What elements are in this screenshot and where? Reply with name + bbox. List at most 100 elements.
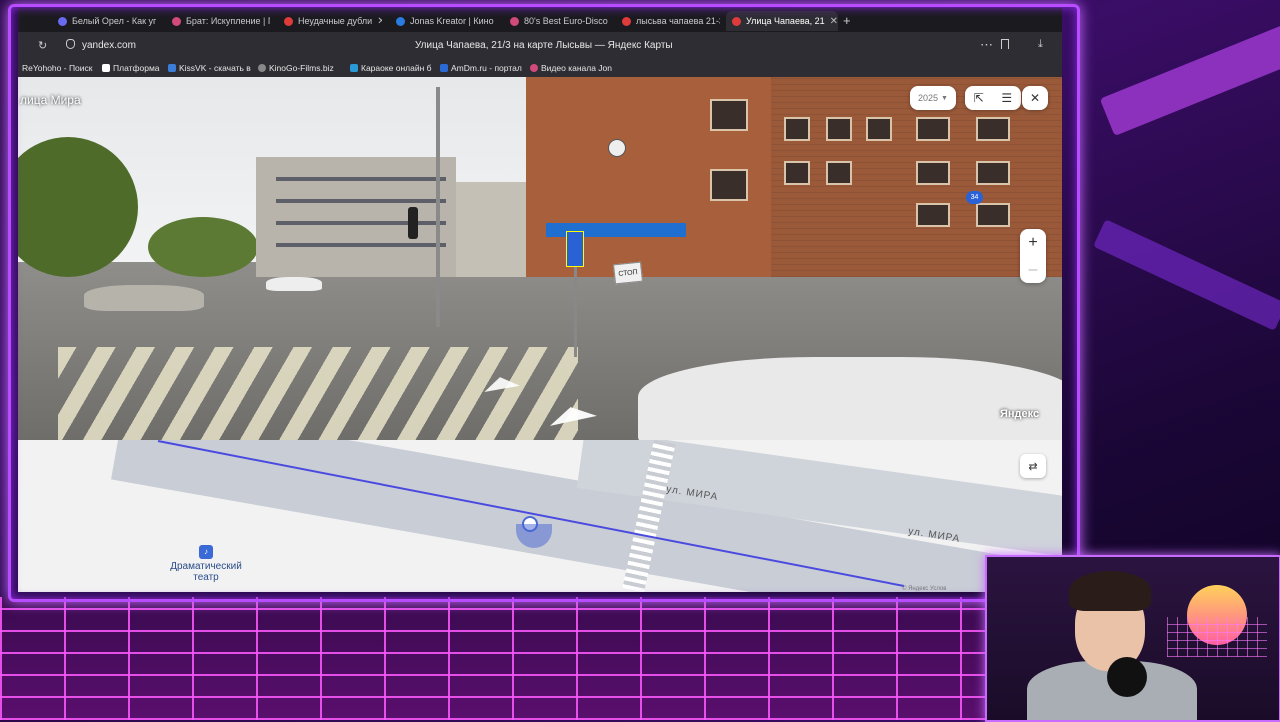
bookmarks-bar: ReYohoho - Поиск Платформа KissVK - скач… bbox=[18, 60, 1062, 78]
browser-window: Белый Орел - Как уп Брат: Искупление | Г… bbox=[18, 8, 1062, 592]
window bbox=[976, 117, 1010, 141]
site-info-icon[interactable] bbox=[66, 39, 75, 49]
bookmark-item[interactable]: Видео канала Jon bbox=[530, 63, 612, 73]
traffic-light-pole bbox=[436, 87, 440, 327]
tree bbox=[148, 217, 258, 277]
reload-icon[interactable]: ↻ bbox=[38, 39, 47, 52]
bookmark-item[interactable]: KissVK - скачать в bbox=[168, 63, 251, 73]
sign-pole bbox=[574, 257, 577, 357]
apartment-building bbox=[256, 157, 456, 277]
window bbox=[916, 203, 950, 227]
tab-belyi-orel[interactable]: Белый Орел - Как уп bbox=[52, 11, 156, 31]
window bbox=[976, 203, 1010, 227]
white-car bbox=[638, 357, 1062, 440]
year-select[interactable]: 2025 ▼ bbox=[910, 86, 956, 110]
background-streak bbox=[1099, 23, 1280, 137]
platforma-icon bbox=[102, 64, 110, 72]
menu-icon[interactable]: ☰ bbox=[1001, 91, 1012, 105]
tab-brat[interactable]: Брат: Искупление | Г bbox=[166, 11, 270, 31]
url-field[interactable]: yandex.com bbox=[82, 40, 136, 51]
download-icon[interactable]: ⤓ bbox=[1038, 38, 1043, 51]
tab-label: Белый Орел - Как уп bbox=[72, 16, 156, 26]
yandex-watermark: Яндекс bbox=[1000, 408, 1040, 420]
crosswalk bbox=[58, 347, 578, 440]
street-view-panorama[interactable]: СТОП лица Мира Яндекс 34 2025 ▼ ⇱ ☰ ✕ + – bbox=[18, 77, 1062, 440]
tab-favicon bbox=[396, 16, 405, 26]
zoom-in-button[interactable]: + bbox=[1020, 229, 1046, 256]
person-hair bbox=[1069, 571, 1151, 611]
tab-favicon bbox=[172, 16, 181, 26]
window bbox=[916, 117, 950, 141]
page-title: Улица Чапаева, 21/3 на карте Лысьвы — Ян… bbox=[415, 40, 673, 51]
poster-grid bbox=[1167, 617, 1267, 657]
window bbox=[710, 99, 748, 131]
close-icon[interactable]: ✕ bbox=[830, 16, 838, 27]
tab-jonas[interactable]: Jonas Kreator | Кино bbox=[390, 11, 494, 31]
window bbox=[276, 221, 446, 225]
bookmark-item[interactable]: KinoGo-Films.biz bbox=[258, 63, 334, 73]
video-channel-icon bbox=[530, 64, 538, 72]
bookmark-icon[interactable] bbox=[1001, 39, 1009, 49]
tab-favicon bbox=[510, 16, 519, 26]
window bbox=[710, 169, 748, 201]
panorama-street-label: лица Мира bbox=[20, 93, 81, 107]
tab-favicon bbox=[622, 16, 631, 26]
window bbox=[784, 161, 810, 185]
car bbox=[84, 285, 204, 311]
apartment-building bbox=[456, 182, 526, 277]
background-streak bbox=[1093, 219, 1280, 331]
tab-label: лысьва чапаева 21-3 bbox=[636, 16, 720, 26]
tab-label: Неудачные дубли bbox=[298, 16, 373, 26]
window bbox=[784, 117, 810, 141]
bookmark-item[interactable]: AmDm.ru - портал bbox=[440, 63, 522, 73]
window bbox=[826, 161, 852, 185]
badge-34[interactable]: 34 bbox=[966, 191, 983, 204]
karaoke-icon bbox=[350, 64, 358, 72]
bookmark-item[interactable]: Караоке онлайн б bbox=[350, 63, 432, 73]
window bbox=[276, 243, 446, 247]
clock bbox=[608, 139, 626, 157]
window bbox=[826, 117, 852, 141]
bookmark-item[interactable]: Платформа bbox=[102, 63, 160, 73]
bookmark-item[interactable]: ReYohoho - Поиск bbox=[22, 63, 93, 73]
address-bar: ↻ yandex.com Улица Чапаева, 21/3 на карт… bbox=[18, 32, 1062, 60]
tab-label: 80's Best Euro-Disco bbox=[524, 16, 608, 26]
window bbox=[976, 161, 1010, 185]
microphone bbox=[1107, 657, 1147, 697]
tab-favicon bbox=[58, 16, 67, 26]
zoom-control[interactable]: + – bbox=[1020, 229, 1046, 283]
close-icon: ✕ bbox=[1029, 91, 1041, 105]
kinogo-icon bbox=[258, 64, 266, 72]
tab-label: Улица Чапаева, 21 bbox=[746, 16, 825, 26]
tab-lysva-search[interactable]: лысьва чапаева 21-3 bbox=[616, 11, 720, 31]
more-icon[interactable]: ⋯ bbox=[980, 37, 993, 53]
window bbox=[916, 161, 950, 185]
tab-strip: Белый Орел - Как уп Брат: Искупление | Г… bbox=[18, 8, 1062, 32]
theatre-icon: ♪ bbox=[199, 545, 213, 559]
tab-neudachnye[interactable]: Неудачные дубли ✕ bbox=[278, 11, 382, 31]
webcam-overlay bbox=[985, 555, 1280, 722]
tab-label: Jonas Kreator | Кино bbox=[410, 16, 494, 26]
expand-map-button[interactable]: ⇄ bbox=[1020, 454, 1046, 478]
close-panorama-button[interactable]: ✕ bbox=[1022, 86, 1048, 110]
new-tab-button[interactable]: + bbox=[843, 13, 851, 28]
tab-chapaeva-active[interactable]: Улица Чапаева, 21 ✕ bbox=[726, 11, 838, 31]
tab-label: Брат: Искупление | Г bbox=[186, 16, 270, 26]
share-button[interactable]: ⇱ ☰ bbox=[965, 86, 1021, 110]
traffic-light bbox=[408, 207, 418, 239]
window bbox=[866, 117, 892, 141]
window bbox=[276, 177, 446, 181]
expand-arrows-icon: ⇄ bbox=[1028, 460, 1038, 473]
tab-favicon bbox=[284, 16, 293, 26]
poi-theatre[interactable]: ♪ Драматический театр bbox=[162, 545, 250, 583]
mini-map[interactable]: ул. МИРА ул. МИРА ♪ Драматический театр … bbox=[18, 440, 1062, 592]
kissvk-icon bbox=[168, 64, 176, 72]
share-icon[interactable]: ⇱ bbox=[974, 91, 984, 105]
zoom-out-button[interactable]: – bbox=[1020, 256, 1046, 283]
map-copyright: © Яндекс Услов bbox=[902, 586, 947, 592]
chevron-down-icon: ▼ bbox=[941, 94, 948, 102]
tab-euro-disco[interactable]: 80's Best Euro-Disco bbox=[504, 11, 608, 31]
close-icon[interactable]: ✕ bbox=[377, 16, 382, 27]
window bbox=[276, 199, 446, 203]
amdm-icon bbox=[440, 64, 448, 72]
